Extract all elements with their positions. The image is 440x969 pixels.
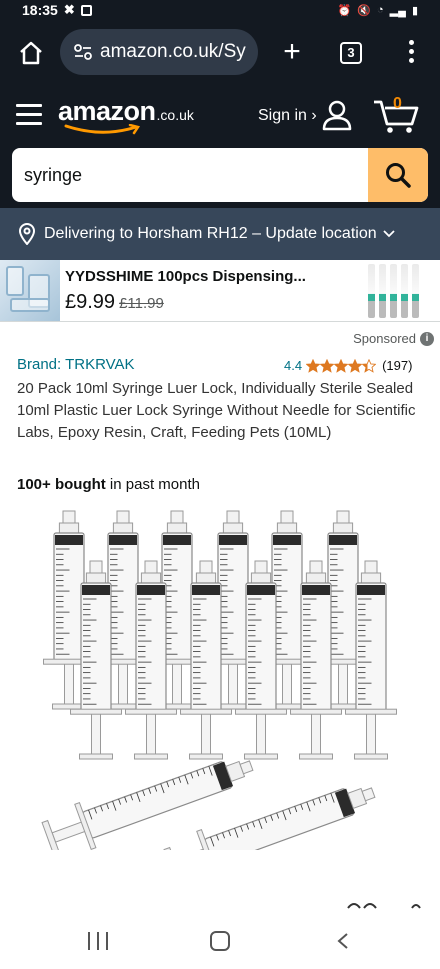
hamburger-icon[interactable]: [16, 104, 42, 126]
sponsored-label[interactable]: Sponsored i: [353, 331, 434, 346]
delivery-location-bar[interactable]: Delivering to Horsham RH12 – Update loca…: [0, 208, 440, 260]
star-icon: [362, 358, 377, 373]
signal-icon: ▂▄: [389, 4, 406, 17]
battery-icon: ▮: [411, 4, 418, 17]
user-icon[interactable]: [321, 99, 353, 131]
star-icon: [306, 358, 321, 373]
mute-icon: 🔇: [357, 4, 372, 17]
carousel-indicator: [347, 903, 421, 909]
search-icon: [386, 163, 411, 188]
home-button-icon[interactable]: [210, 931, 230, 951]
address-bar[interactable]: amazon.co.uk/Sy: [60, 29, 258, 75]
cart-count: 0: [393, 95, 402, 112]
bought-in-past-month: 100+ bought in past month: [17, 476, 200, 493]
banner-price-block: £9.99 £11.99: [65, 291, 164, 314]
sponsored-banner[interactable]: YYDSSHIME 100pcs Dispensing... £9.99 £11.…: [0, 260, 440, 322]
tune-icon[interactable]: [74, 44, 92, 60]
product-image[interactable]: [36, 505, 406, 850]
sponsored-text: Sponsored: [353, 331, 416, 346]
search-input[interactable]: syringe: [12, 148, 428, 202]
browser-toolbar: amazon.co.uk/Sy + 3: [0, 20, 440, 86]
url-text: amazon.co.uk/Sy: [100, 41, 246, 62]
bought-count: 100+ bought: [17, 476, 106, 493]
product-title[interactable]: 20 Pack 10ml Syringe Luer Lock, Individu…: [17, 378, 427, 444]
banner-thumbnail: [0, 260, 60, 321]
sign-in-link[interactable]: Sign in ›: [258, 107, 317, 125]
tabs-icon[interactable]: 3: [340, 42, 362, 64]
smile-icon: [64, 124, 141, 135]
star-icon: [320, 358, 335, 373]
search-row: syringe: [0, 148, 440, 208]
review-count: (197): [382, 358, 413, 373]
more-icon[interactable]: [405, 40, 417, 66]
banner-old-price: £11.99: [119, 295, 164, 312]
logo-word: amazon: [58, 96, 156, 126]
screenshot-icon: [80, 4, 92, 16]
site-header: amazon.co.uk Sign in ›: [0, 86, 440, 148]
search-button[interactable]: [368, 148, 428, 202]
recent-apps-icon[interactable]: [88, 932, 108, 950]
info-icon[interactable]: i: [420, 331, 434, 346]
banner-product-image: [368, 264, 432, 318]
search-query: syringe: [24, 165, 83, 185]
banner-title[interactable]: YYDSSHIME 100pcs Dispensing...: [65, 268, 306, 285]
delivery-text: Delivering to Horsham RH12 – Update loca…: [44, 225, 377, 242]
product-brand[interactable]: Brand: TRKRVAK: [17, 356, 135, 373]
rating-value: 4.4: [284, 358, 303, 373]
star-icon: [334, 358, 349, 373]
alarm-icon: ⏰: [337, 4, 352, 17]
system-nav-bar: [0, 914, 440, 969]
plus-icon[interactable]: +: [279, 36, 305, 68]
status-bar: 18:35 ✖ ⏰ 🔇 ◔ ▂▄ ▮: [0, 0, 440, 20]
product-rating[interactable]: 4.4 (197): [284, 358, 412, 373]
amazon-logo[interactable]: amazon.co.uk: [58, 96, 208, 138]
home-icon[interactable]: [18, 40, 44, 66]
star-icon: [348, 358, 363, 373]
star-rating: [306, 358, 377, 373]
location-icon: [18, 223, 36, 245]
chevron-down-icon: [382, 230, 395, 238]
clock: 18:35: [22, 2, 58, 18]
bought-rest: in past month: [105, 476, 200, 493]
wifi-icon: ◔: [377, 4, 384, 16]
banner-price: £9.99: [65, 291, 116, 313]
back-icon[interactable]: [336, 932, 350, 950]
notification-icon: ✖: [63, 2, 75, 17]
logo-tld: .co.uk: [156, 107, 194, 123]
system-icons: ⏰ 🔇 ◔ ▂▄ ▮: [338, 4, 418, 17]
